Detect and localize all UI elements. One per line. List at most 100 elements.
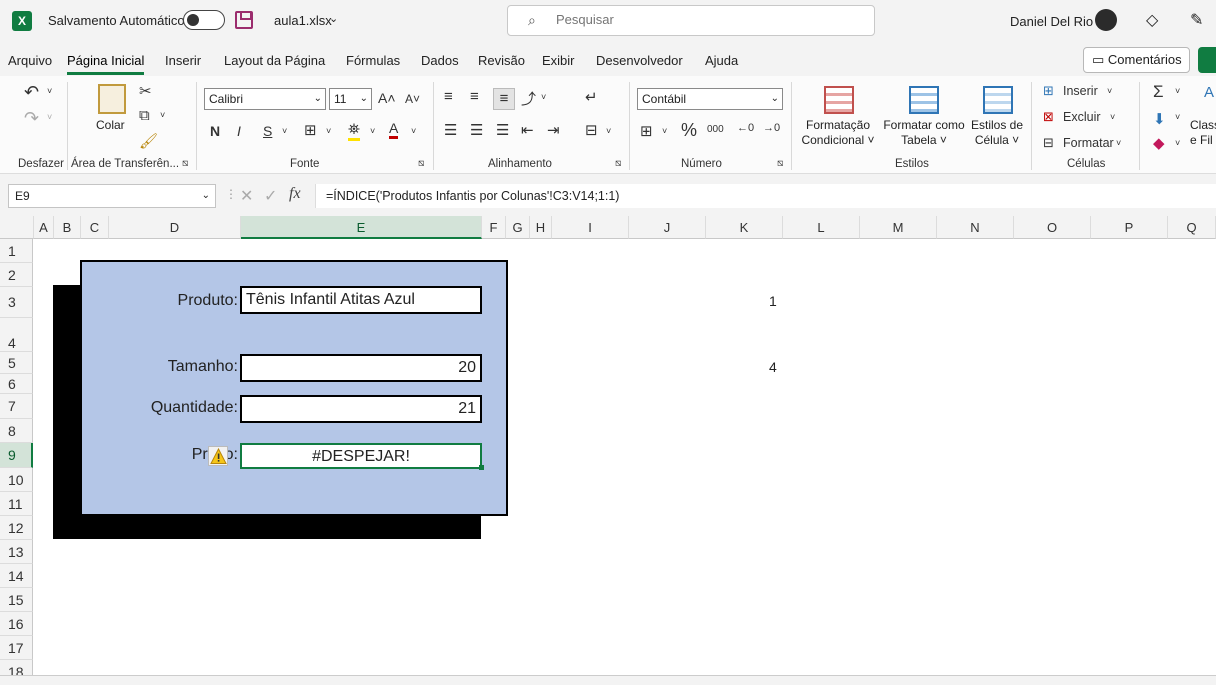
search-box[interactable]: ⌕ bbox=[507, 5, 875, 36]
column-header-c[interactable]: C bbox=[81, 216, 109, 239]
delete-cells-icon[interactable]: ⊠ bbox=[1043, 109, 1054, 125]
column-header-i[interactable]: I bbox=[552, 216, 629, 239]
select-all-corner[interactable] bbox=[0, 216, 34, 239]
cell-styles-button[interactable]: Estilos de Célula ˅ bbox=[969, 118, 1025, 148]
delete-cells-button[interactable]: Excluir bbox=[1063, 110, 1101, 124]
tab-ajuda[interactable]: Ajuda bbox=[705, 53, 738, 68]
increase-indent-icon[interactable]: ⇥ bbox=[547, 121, 560, 139]
column-header-o[interactable]: O bbox=[1014, 216, 1091, 239]
insert-function-icon[interactable]: fx bbox=[289, 185, 301, 203]
file-name[interactable]: aula1.xlsx bbox=[274, 13, 332, 28]
merge-center-icon[interactable]: ⊟ bbox=[585, 121, 598, 139]
row-header-12[interactable]: 12 bbox=[0, 516, 33, 540]
name-box[interactable]: E9 ⌄ bbox=[8, 184, 216, 208]
dialog-launcher-icon[interactable]: ⧅ bbox=[182, 158, 188, 169]
row-header-5[interactable]: 5 bbox=[0, 352, 33, 374]
format-table-icon[interactable] bbox=[909, 86, 939, 114]
column-header-j[interactable]: J bbox=[629, 216, 706, 239]
conditional-format-button[interactable]: Formatação Condicional ˅ bbox=[801, 118, 875, 148]
undo-icon[interactable]: ↶ bbox=[24, 82, 39, 103]
chevron-down-icon[interactable]: ˅ bbox=[1110, 112, 1115, 122]
chevron-down-icon[interactable]: ˅ bbox=[47, 112, 52, 122]
fill-handle[interactable] bbox=[479, 465, 484, 470]
format-cells-icon[interactable]: ⊟ bbox=[1043, 135, 1054, 151]
pen-icon[interactable]: ✎ bbox=[1190, 10, 1203, 30]
chevron-down-icon[interactable]: ˅ bbox=[326, 126, 331, 136]
tab-formulas[interactable]: Fórmulas bbox=[346, 53, 400, 68]
tab-inserir[interactable]: Inserir bbox=[165, 53, 201, 68]
font-color-icon[interactable]: A bbox=[389, 120, 399, 139]
tab-dados[interactable]: Dados bbox=[421, 53, 459, 68]
search-input[interactable] bbox=[556, 12, 856, 27]
cell-styles-icon[interactable] bbox=[983, 86, 1013, 114]
chevron-down-icon[interactable]: ˅ bbox=[370, 126, 375, 136]
row-header-1[interactable]: 1 bbox=[0, 239, 33, 263]
currency-icon[interactable]: ⊞ bbox=[640, 122, 653, 140]
align-bottom-icon[interactable]: ≡ bbox=[493, 88, 515, 110]
font-size-combo[interactable]: 11 ⌄ bbox=[329, 88, 372, 110]
chevron-down-icon[interactable]: ˅ bbox=[662, 126, 667, 136]
increase-decimal-icon[interactable]: ←0 bbox=[737, 122, 754, 134]
align-center-icon[interactable]: ☰ bbox=[470, 121, 483, 139]
sort-filter-icon[interactable]: A bbox=[1204, 84, 1214, 101]
row-header-9[interactable]: 9 bbox=[0, 443, 33, 468]
column-header-g[interactable]: G bbox=[506, 216, 530, 239]
enter-icon[interactable]: ✓ bbox=[264, 186, 277, 206]
redo-icon[interactable]: ↷ bbox=[24, 108, 39, 129]
font-name-combo[interactable]: Calibri ⌄ bbox=[204, 88, 326, 110]
chevron-down-icon[interactable]: ˅ bbox=[1175, 112, 1180, 122]
chevron-down-icon[interactable]: ˅ bbox=[47, 86, 52, 96]
column-header-e[interactable]: E bbox=[241, 216, 482, 239]
row-header-6[interactable]: 6 bbox=[0, 374, 33, 394]
row-header-7[interactable]: 7 bbox=[0, 394, 33, 419]
chevron-down-icon[interactable]: ˅ bbox=[411, 126, 416, 136]
tab-desenvolvedor[interactable]: Desenvolvedor bbox=[596, 53, 683, 68]
thousands-button[interactable]: 000 bbox=[707, 124, 724, 135]
align-left-icon[interactable]: ☰ bbox=[444, 121, 457, 139]
cell-k3[interactable]: 1 bbox=[769, 293, 777, 309]
column-header-f[interactable]: F bbox=[482, 216, 506, 239]
sort-filter-button[interactable]: Classe Fil bbox=[1190, 118, 1216, 148]
tab-layout[interactable]: Layout da Página bbox=[224, 53, 325, 68]
column-header-m[interactable]: M bbox=[860, 216, 937, 239]
row-header-13[interactable]: 13 bbox=[0, 540, 33, 564]
column-header-h[interactable]: H bbox=[530, 216, 552, 239]
insert-cells-icon[interactable]: ⊞ bbox=[1043, 83, 1054, 99]
italic-button[interactable]: I bbox=[237, 123, 241, 139]
tab-revisao[interactable]: Revisão bbox=[478, 53, 525, 68]
row-header-3[interactable]: 3 bbox=[0, 287, 33, 318]
error-warning-icon[interactable] bbox=[208, 446, 228, 466]
wrap-text-icon[interactable]: ↵ bbox=[585, 88, 598, 106]
save-icon[interactable] bbox=[235, 11, 253, 29]
align-right-icon[interactable]: ☰ bbox=[496, 121, 509, 139]
column-header-k[interactable]: K bbox=[706, 216, 783, 239]
chevron-down-icon[interactable]: ˅ bbox=[282, 126, 287, 136]
chevron-down-icon[interactable]: ˅ bbox=[1175, 138, 1180, 148]
more-options-icon[interactable]: ⋮ bbox=[225, 187, 237, 201]
chevron-down-icon[interactable]: ˅ bbox=[160, 110, 165, 120]
produto-cell[interactable]: Tênis Infantil Atitas Azul bbox=[240, 286, 482, 314]
row-header-17[interactable]: 17 bbox=[0, 636, 33, 660]
fill-color-icon[interactable]: ⛯ bbox=[348, 121, 361, 141]
cut-icon[interactable]: ✂ bbox=[139, 82, 152, 100]
decrease-indent-icon[interactable]: ⇤ bbox=[521, 121, 534, 139]
dialog-launcher-icon[interactable]: ⧅ bbox=[615, 158, 621, 169]
cell-k5[interactable]: 4 bbox=[769, 359, 777, 375]
chevron-down-icon[interactable]: ˅ bbox=[1116, 138, 1121, 148]
column-header-a[interactable]: A bbox=[34, 216, 54, 239]
sheet-tabs-bar[interactable] bbox=[0, 675, 1216, 685]
row-header-4[interactable]: 4 bbox=[0, 318, 33, 352]
align-top-icon[interactable]: ≡ bbox=[444, 88, 453, 105]
column-header-l[interactable]: L bbox=[783, 216, 860, 239]
borders-icon[interactable]: ⊞ bbox=[304, 121, 317, 139]
formula-input[interactable]: =ÍNDICE('Produtos Infantis por Colunas'!… bbox=[315, 184, 1216, 208]
paste-icon[interactable] bbox=[98, 84, 126, 114]
fill-down-icon[interactable]: ⬇ bbox=[1153, 110, 1166, 128]
column-header-d[interactable]: D bbox=[109, 216, 241, 239]
quantidade-cell[interactable]: 21 bbox=[240, 395, 482, 423]
column-header-q[interactable]: Q bbox=[1168, 216, 1216, 239]
column-header-b[interactable]: B bbox=[54, 216, 81, 239]
autosave-toggle[interactable] bbox=[183, 10, 225, 30]
insert-cells-button[interactable]: Inserir bbox=[1063, 84, 1098, 98]
format-painter-icon[interactable]: 🖌 bbox=[139, 132, 158, 150]
